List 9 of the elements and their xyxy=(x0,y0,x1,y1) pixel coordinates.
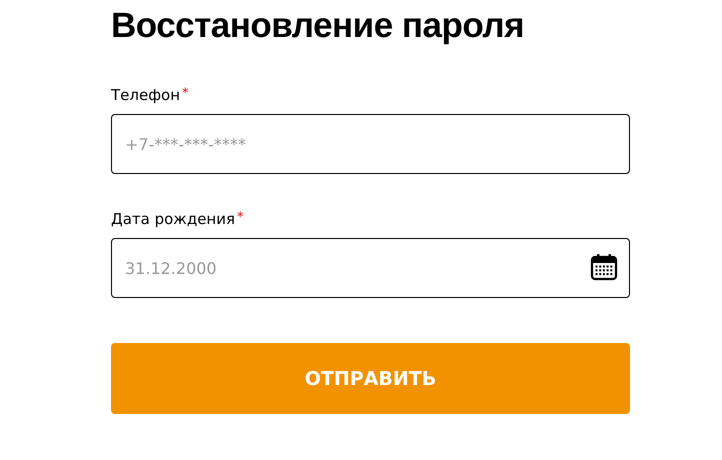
required-mark: * xyxy=(182,86,189,103)
field-label: Телефон xyxy=(111,86,180,104)
page-title: Восстановление пароля xyxy=(111,6,526,46)
calendar-icon[interactable] xyxy=(590,253,618,281)
phone-field[interactable]: +7-***-***-**** xyxy=(111,114,630,174)
field-label: Дата рождения xyxy=(111,210,235,228)
date-field[interactable]: 31.12.2000 xyxy=(111,238,630,298)
required-mark: * xyxy=(237,210,244,227)
submit-button[interactable]: ОТПРАВИТЬ xyxy=(111,343,630,414)
